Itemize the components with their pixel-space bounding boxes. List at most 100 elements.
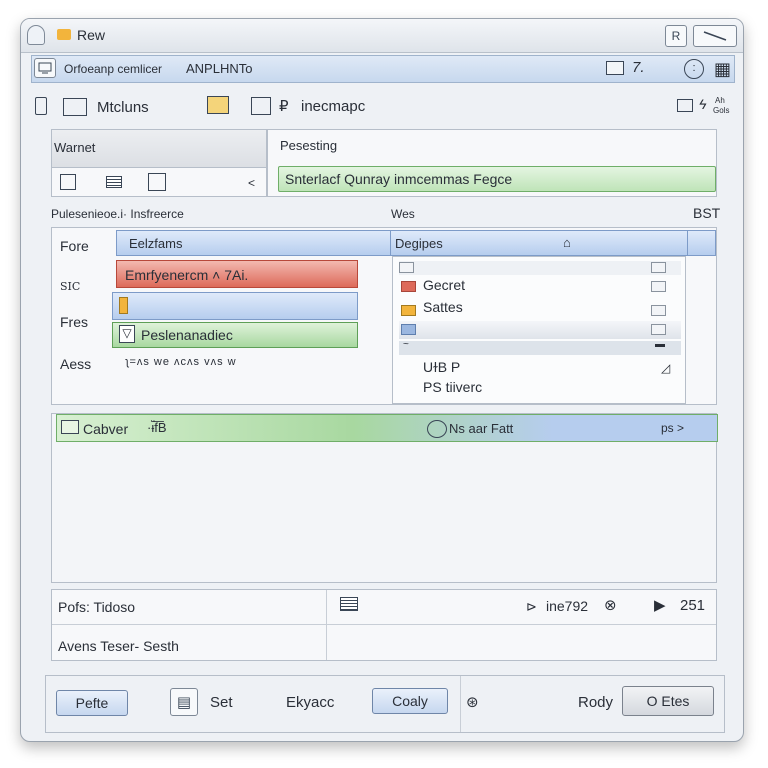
app-name: ANPLHNTo — [186, 61, 253, 76]
screen-icon[interactable] — [34, 58, 56, 78]
mail-icon[interactable] — [63, 98, 87, 116]
field-2[interactable]: Emrfyenercm ˄ 7Ai. — [116, 260, 358, 288]
image-icon[interactable] — [606, 61, 624, 75]
status-divider-v — [326, 590, 327, 660]
eraser-icon[interactable]: ⌂ — [563, 235, 571, 250]
list-check-1b — [651, 262, 666, 273]
folder-icon — [57, 29, 71, 40]
list-item-3[interactable] — [399, 321, 681, 339]
green-bar-center-label: Ns aar Fatt — [449, 421, 514, 436]
green-bar-left-label: Cabver — [83, 421, 129, 437]
status-left-top: Pofs: Tidoso — [58, 599, 136, 615]
row2-item1-label[interactable]: Mtcluns — [97, 99, 149, 116]
footer-button-3[interactable]: O Etes — [622, 686, 714, 716]
battery-icon[interactable] — [35, 97, 47, 115]
badge-bottom: Gols — [713, 106, 730, 115]
list-item-2-swatch — [401, 305, 416, 316]
section-label-right: BST — [693, 205, 721, 221]
calculator-icon[interactable]: ▤ — [170, 688, 198, 716]
field-3[interactable] — [112, 292, 358, 320]
footer-set-label: Set — [210, 694, 233, 711]
list-icon[interactable] — [106, 176, 122, 188]
footer-button-3-label: O Etes — [646, 693, 690, 709]
footer-divider — [460, 676, 461, 732]
status-right-label: ine792 — [546, 598, 589, 614]
badge-top: Ah — [715, 96, 725, 105]
green-bar-right-label[interactable]: ps > — [661, 421, 684, 435]
section-label-left: Pulesenieoe.i· Insfreerce — [51, 207, 184, 221]
title-bar: Rew R — [21, 19, 743, 53]
list-foot-2: PS tiiverc — [423, 379, 483, 395]
book-icon[interactable] — [148, 173, 166, 191]
grid-icon[interactable]: ▦ — [714, 59, 731, 79]
search-field-value: Snterlacf Qunray inmcemmas Fegce — [285, 171, 513, 187]
left-top-panel: Warnet < — [51, 129, 267, 197]
content-panel: Cabver ·ᵼ̈f͞B Ns aar Fatt ps > — [51, 413, 718, 583]
tilde-icon: ~ — [403, 339, 409, 350]
right-top-header: Pesesting — [280, 138, 338, 153]
toolbar-right-text: 7. — [632, 59, 645, 76]
resize-button[interactable] — [693, 25, 737, 47]
path-text[interactable]: Orfoeanp cemlicer — [64, 62, 162, 76]
clipboard-icon[interactable] — [207, 96, 229, 114]
footer-button-2-label: Coaly — [392, 693, 428, 709]
list-item-2[interactable]: Sattes — [423, 299, 463, 315]
secondary-toolbar: Mtcluns ₽ inecmapc ϟ Ah Gols — [21, 93, 743, 129]
list-item-3-swatch — [401, 324, 416, 335]
print-icon[interactable] — [251, 97, 271, 115]
footer-button-1-label: Pefte — [75, 695, 109, 711]
form-row-label-1: Fore — [60, 238, 89, 254]
section-label-mid: Wes — [391, 207, 415, 221]
field-1-value: Eelzfams — [129, 236, 183, 251]
field-4[interactable]: ▽ Peslenanadiec — [112, 322, 358, 348]
r-icon-button[interactable]: R — [665, 25, 687, 47]
waveform-text: ʅ=ᴧs we ᴧcᴧs vᴧs w — [126, 356, 237, 368]
footer-mid-label: Ekyacc — [286, 694, 335, 711]
list-panel: Gecret Sattes ~ ▬ UɫB P PS tiiverc ◿ — [392, 256, 686, 404]
left-top-header: Warnet — [52, 130, 266, 168]
mail-check-icon — [61, 420, 79, 434]
window-small-icon[interactable] — [677, 99, 693, 112]
list-lines-icon[interactable] — [340, 597, 358, 611]
list-item-1[interactable]: Gecret — [423, 277, 465, 293]
list-item-1-check[interactable] — [651, 281, 666, 292]
forward-icon[interactable]: ⊳ — [526, 599, 537, 615]
green-action-bar[interactable]: Cabver ·ᵼ̈f͞B Ns aar Fatt ps > — [56, 414, 718, 442]
play-icon[interactable]: ▶ — [654, 596, 666, 614]
list-header-row — [399, 261, 681, 275]
list-separator: ~ ▬ — [399, 339, 681, 355]
footer-rody-label: Rody — [578, 694, 614, 711]
filter-icon[interactable]: ₽ — [279, 97, 289, 115]
edit-icon[interactable]: ◿ — [661, 361, 670, 375]
lightning-icon: ϟ — [699, 96, 707, 112]
field-3-marker — [119, 297, 128, 314]
list-check-1 — [399, 262, 414, 273]
form-row-label-2: SIC — [60, 280, 81, 293]
status-left-bottom: Avens Teser- Sesth — [58, 638, 179, 654]
row2-item2-label: inecmapc — [301, 98, 366, 115]
footer-settings-icon[interactable]: ⊛ — [466, 693, 479, 711]
list-header-label: Degipes — [395, 236, 443, 251]
left-top-chevron[interactable]: < — [248, 176, 255, 190]
search-field[interactable]: Snterlacf Qunray inmcemmas Fegce — [278, 166, 716, 192]
app-logo-icon — [27, 25, 45, 45]
doc-icon[interactable] — [60, 174, 76, 190]
window-title: Rew — [77, 27, 106, 43]
dash-icon: ▬ — [655, 339, 665, 350]
list-foot-1: UɫB P — [423, 359, 461, 375]
list-item-1-swatch — [401, 281, 416, 292]
footer-panel: Pefte ▤ Set Ekyacc Coaly ⊛ Rody O Etes — [45, 675, 725, 733]
list-item-3-check[interactable] — [651, 324, 666, 335]
status-count: 251 — [680, 597, 706, 614]
status-divider-h — [52, 624, 716, 625]
timer-icon — [427, 420, 447, 438]
field-4-value: Peslenanadiec — [141, 327, 233, 343]
footer-button-2[interactable]: Coaly — [372, 688, 448, 714]
check-dropdown-icon: ▽ — [119, 325, 135, 343]
list-item-2-check[interactable] — [651, 305, 666, 316]
settings-icon[interactable]: ⊗ — [604, 596, 617, 614]
address-bar: Orfoeanp cemlicer ANPLHNTo 7. : ▦ — [31, 55, 735, 83]
slash-icon — [703, 31, 727, 41]
footer-button-1[interactable]: Pefte — [56, 690, 128, 716]
smiley-icon[interactable]: : — [684, 59, 704, 79]
